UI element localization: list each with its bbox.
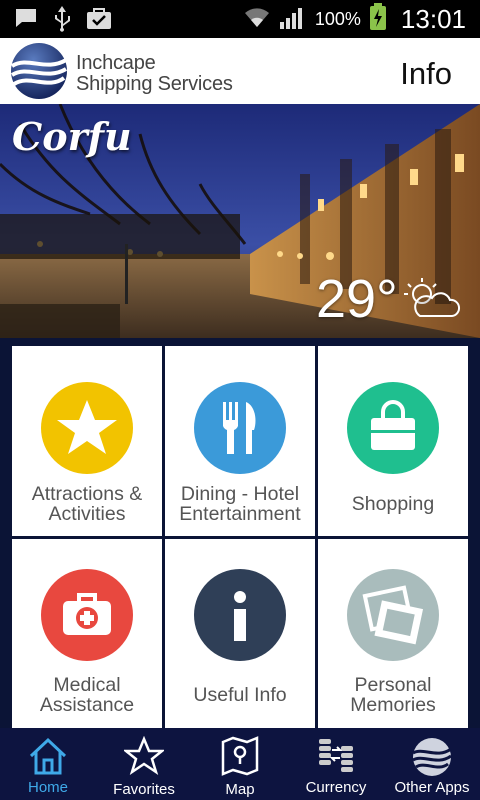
photos-icon	[362, 585, 424, 645]
battery-percent: 100%	[314, 8, 361, 29]
status-bar: 100% 13:01	[0, 0, 480, 38]
nav-other-apps[interactable]: Other Apps	[384, 728, 480, 800]
tile-label-line-2: Activities	[48, 503, 126, 525]
message-icon	[14, 6, 38, 37]
hero-banner: Corfu 29°	[0, 104, 480, 338]
home-icon	[27, 736, 69, 781]
brand-line-1: Inchcape	[76, 51, 156, 74]
tile-personal-memories[interactable]: Personal Memories	[318, 539, 468, 728]
tile-attractions[interactable]: Attractions & Activities	[12, 346, 162, 536]
nav-label: Other Apps	[394, 779, 470, 796]
map-icon	[220, 736, 260, 781]
info-circle	[194, 569, 286, 661]
clock: 13:01	[400, 3, 466, 34]
tile-label-line-1: Useful Info	[193, 684, 287, 706]
tile-label-line-1: Dining - Hotel	[180, 483, 300, 505]
nav-currency[interactable]: Currency	[288, 728, 384, 800]
partly-cloudy-icon	[400, 276, 462, 325]
app-header: Inchcape Shipping Services Info	[0, 38, 480, 104]
tile-dining[interactable]: Dining - Hotel Entertainment	[165, 346, 315, 536]
tile-label-line-1: Shopping	[351, 493, 435, 515]
nav-label: Map	[225, 781, 255, 798]
tile-medical[interactable]: Medical Assistance	[12, 539, 162, 728]
shopping-circle	[347, 382, 439, 474]
tile-label-line-1: Personal	[354, 674, 432, 696]
globe-logo-icon	[10, 42, 68, 105]
first-aid-kit-icon	[63, 593, 111, 635]
brand-line-2: Shipping Services	[76, 72, 233, 95]
wifi-icon	[243, 5, 271, 34]
signal-icon	[279, 4, 307, 35]
tile-label-line-2: Assistance	[39, 694, 135, 716]
dining-circle	[194, 382, 286, 474]
nav-label: Home	[27, 779, 68, 796]
tile-label-line-2: Entertainment	[179, 503, 301, 525]
fork-knife-icon	[223, 402, 256, 454]
bottom-nav: Home Favorites Map Currency Other Apps	[0, 728, 480, 800]
tile-label-line-1: Medical	[53, 674, 121, 696]
bag-icon	[86, 6, 112, 37]
shopping-bag-icon	[371, 400, 415, 450]
tile-label-line-2: Memories	[350, 694, 436, 716]
star-outline-icon	[122, 735, 166, 781]
page-title: Info	[400, 56, 452, 91]
memories-circle	[347, 569, 439, 661]
battery-charging-icon	[369, 2, 387, 36]
usb-icon	[52, 6, 72, 37]
temperature: 29°	[316, 269, 398, 329]
city-name: Corfu	[12, 114, 132, 159]
info-icon	[234, 591, 246, 641]
attractions-circle	[41, 382, 133, 474]
tile-label-line-1: Attractions &	[31, 483, 143, 505]
category-grid: Attractions & Activities Dining - Hotel …	[0, 338, 480, 728]
coins-exchange-icon	[316, 736, 356, 781]
tile-useful-info[interactable]: Useful Info	[165, 539, 315, 728]
star-icon	[57, 400, 117, 454]
nav-label: Favorites	[113, 781, 175, 798]
nav-home[interactable]: Home	[0, 728, 96, 800]
nav-map[interactable]: Map	[192, 728, 288, 800]
brand: Inchcape Shipping Services	[10, 42, 233, 105]
nav-favorites[interactable]: Favorites	[96, 728, 192, 800]
globe-icon	[411, 736, 453, 783]
nav-label: Currency	[305, 779, 367, 796]
medical-circle	[41, 569, 133, 661]
tile-shopping[interactable]: Shopping	[318, 346, 468, 536]
